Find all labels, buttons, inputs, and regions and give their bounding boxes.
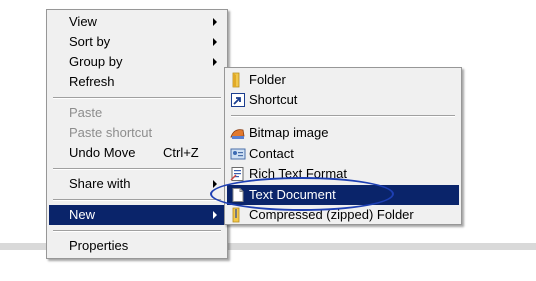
menu-separator bbox=[53, 97, 221, 99]
menu-separator bbox=[53, 199, 221, 201]
menu-item-label: Compressed (zipped) Folder bbox=[249, 207, 414, 222]
menu-item-label: View bbox=[69, 14, 97, 29]
contact-icon bbox=[230, 146, 246, 162]
menu-item-label: Refresh bbox=[69, 74, 115, 89]
menu-item-bitmap-image[interactable]: Bitmap image bbox=[227, 123, 459, 143]
menu-item-label: Paste shortcut bbox=[69, 125, 153, 140]
menu-item-properties[interactable]: Properties bbox=[49, 236, 225, 256]
context-menu: View Sort by Group by Refresh Paste Past… bbox=[46, 9, 228, 259]
menu-item-label: New bbox=[69, 207, 96, 222]
bitmap-icon bbox=[230, 125, 246, 141]
menu-item-compressed-folder[interactable]: Compressed (zipped) Folder bbox=[227, 205, 459, 225]
keyboard-shortcut: Ctrl+Z bbox=[163, 145, 199, 160]
menu-item-view[interactable]: View bbox=[49, 12, 225, 32]
submenu-arrow-icon bbox=[213, 211, 217, 219]
menu-item-refresh[interactable]: Refresh bbox=[49, 72, 225, 92]
menu-item-label: Rich Text Format bbox=[249, 166, 348, 181]
menu-item-paste[interactable]: Paste bbox=[49, 103, 225, 123]
folder-icon bbox=[230, 72, 246, 88]
menu-item-label: Properties bbox=[69, 238, 129, 253]
menu-item-text-document[interactable]: Text Document bbox=[227, 185, 459, 205]
menu-item-label: Paste bbox=[69, 105, 103, 120]
shortcut-icon bbox=[230, 92, 246, 108]
menu-item-undo-move[interactable]: Undo Move Ctrl+Z bbox=[49, 143, 225, 163]
menu-item-rich-text-format[interactable]: Rich Text Format bbox=[227, 164, 459, 184]
menu-item-contact[interactable]: Contact bbox=[227, 144, 459, 164]
menu-item-new[interactable]: New bbox=[49, 205, 225, 225]
menu-item-group-by[interactable]: Group by bbox=[49, 52, 225, 72]
zip-folder-icon bbox=[230, 207, 246, 223]
menu-item-share-with[interactable]: Share with bbox=[49, 174, 225, 194]
menu-separator bbox=[53, 230, 221, 232]
submenu-arrow-icon bbox=[213, 58, 217, 66]
menu-item-label: Undo Move bbox=[69, 145, 136, 160]
menu-item-label: Bitmap image bbox=[249, 125, 329, 140]
menu-item-label: Text Document bbox=[249, 187, 336, 202]
menu-item-label: Folder bbox=[249, 72, 286, 87]
menu-item-label: Contact bbox=[249, 146, 294, 161]
menu-item-label: Sort by bbox=[69, 34, 111, 49]
submenu-arrow-icon bbox=[213, 38, 217, 46]
text-document-icon bbox=[230, 187, 246, 203]
menu-item-sort-by[interactable]: Sort by bbox=[49, 32, 225, 52]
menu-item-shortcut[interactable]: Shortcut bbox=[227, 90, 459, 110]
menu-item-label: Group by bbox=[69, 54, 123, 69]
menu-item-paste-shortcut[interactable]: Paste shortcut bbox=[49, 123, 225, 143]
submenu-arrow-icon bbox=[213, 18, 217, 26]
rich-text-icon bbox=[230, 166, 246, 182]
menu-item-label: Share with bbox=[69, 176, 131, 191]
new-submenu: Folder Shortcut Bitmap image Contact Ric… bbox=[224, 67, 462, 225]
submenu-arrow-icon bbox=[213, 180, 217, 188]
menu-item-label: Shortcut bbox=[249, 92, 298, 107]
menu-separator bbox=[53, 168, 221, 170]
menu-item-folder[interactable]: Folder bbox=[227, 70, 459, 90]
menu-separator bbox=[231, 115, 455, 117]
